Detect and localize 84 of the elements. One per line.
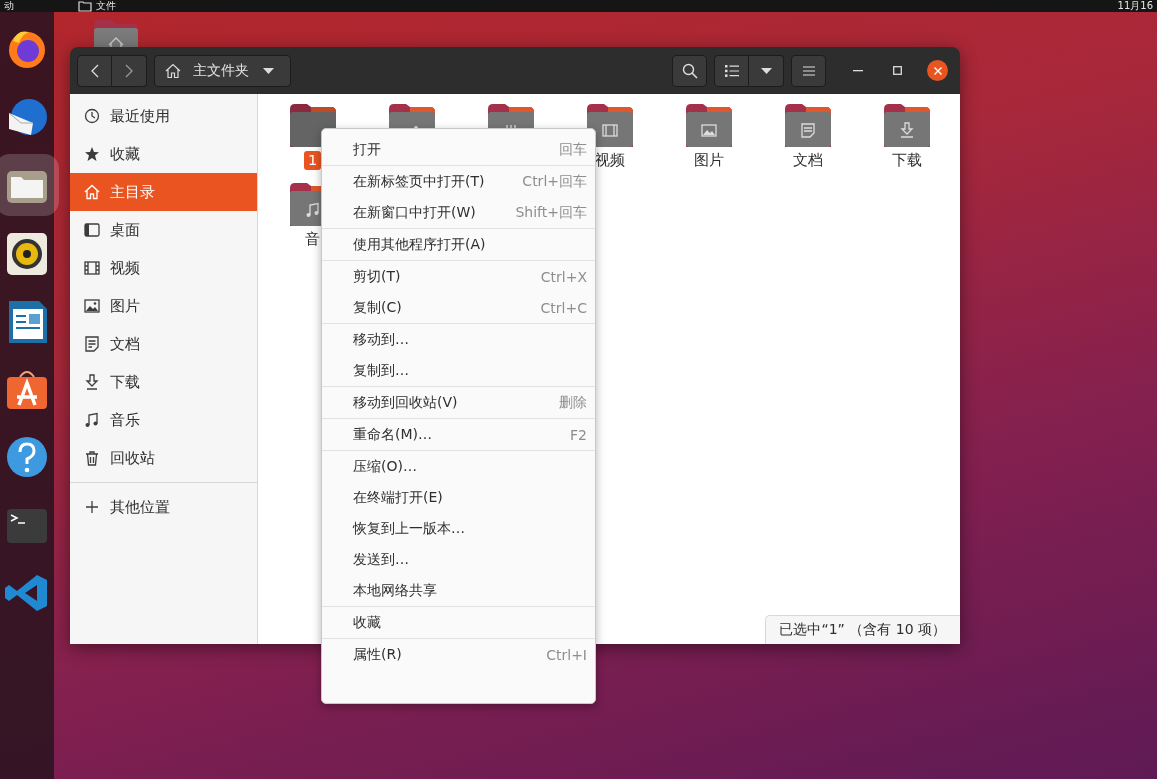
sidebar-item[interactable]: 视频 bbox=[70, 249, 257, 287]
dock-item[interactable] bbox=[4, 435, 50, 479]
speaker-icon bbox=[5, 231, 49, 275]
menu-item[interactable]: 恢复到上一版本… bbox=[322, 513, 595, 544]
menu-item[interactable]: 移动到回收站(V) 删除 bbox=[322, 387, 595, 418]
menu-icon bbox=[802, 65, 815, 76]
menu-item[interactable]: 属性(R) Ctrl+I bbox=[322, 639, 595, 670]
shortcut-label: 删除 bbox=[559, 393, 587, 412]
menu-item[interactable]: 本地网络共享 bbox=[322, 575, 595, 606]
caret-icon bbox=[760, 67, 772, 74]
minimize-icon bbox=[852, 69, 863, 72]
shortcut-label: Shift+回车 bbox=[515, 203, 587, 222]
sidebar-item[interactable]: 其他位置 bbox=[70, 488, 257, 526]
back-button[interactable] bbox=[77, 54, 112, 87]
home-icon bbox=[84, 184, 100, 200]
menu-item[interactable]: 重命名(M)… F2 bbox=[322, 419, 595, 450]
view-options-button[interactable] bbox=[749, 54, 784, 87]
menu-item[interactable]: 发送到… bbox=[322, 544, 595, 575]
shortcut-label: Ctrl+X bbox=[540, 268, 587, 285]
menu-item[interactable]: 收藏 bbox=[322, 607, 595, 638]
menu-item[interactable]: 在新标签页中打开(T) Ctrl+回车 bbox=[322, 166, 595, 197]
shortcut-label: Ctrl+I bbox=[546, 646, 587, 663]
folder-icon[interactable] bbox=[783, 103, 832, 147]
file-label[interactable]: 音 bbox=[301, 230, 324, 249]
menu-item[interactable]: 复制(C) Ctrl+C bbox=[322, 292, 595, 323]
sidebar-item[interactable]: 图片 bbox=[70, 287, 257, 325]
shortcut-label: Ctrl+回车 bbox=[522, 172, 587, 191]
dock-item[interactable] bbox=[4, 231, 50, 275]
forward-button[interactable] bbox=[112, 54, 147, 87]
clock-icon bbox=[84, 108, 100, 124]
shortcut-label: Ctrl+C bbox=[540, 299, 587, 316]
list-view-button[interactable] bbox=[714, 54, 749, 87]
desktop-icon bbox=[84, 222, 100, 238]
caret-icon bbox=[263, 67, 274, 74]
sidebar-item[interactable]: 音乐 bbox=[70, 401, 257, 439]
sidebar-item[interactable]: 最近使用 bbox=[70, 97, 257, 135]
sidebar-item[interactable]: 主目录 bbox=[70, 173, 257, 211]
sidebar-item[interactable]: 回收站 bbox=[70, 439, 257, 477]
forward-icon bbox=[125, 63, 133, 78]
folder-icon bbox=[78, 0, 92, 12]
sidebar-item[interactable]: 下载 bbox=[70, 363, 257, 401]
back-icon bbox=[90, 63, 99, 78]
folder-icon[interactable] bbox=[684, 103, 733, 147]
status-label: 已选中“1” （含有 10 项） bbox=[765, 615, 960, 644]
menu-item[interactable]: 在终端打开(E) bbox=[322, 482, 595, 513]
file-label[interactable]: 1 bbox=[303, 151, 322, 170]
clock-label: 11月16 bbox=[1117, 0, 1153, 12]
menu-item[interactable]: 打开 回车 bbox=[322, 134, 595, 165]
menu-item[interactable]: 在新窗口中打开(W) Shift+回车 bbox=[322, 197, 595, 228]
app-menu-label: 文件 bbox=[96, 0, 116, 12]
sidebar-item[interactable]: 收藏 bbox=[70, 135, 257, 173]
search-button[interactable] bbox=[672, 54, 707, 87]
file-label[interactable]: 图片 bbox=[689, 151, 728, 170]
star-icon bbox=[84, 146, 100, 162]
question-mark-icon bbox=[5, 435, 49, 479]
shortcut-label: F2 bbox=[570, 426, 587, 443]
list-icon bbox=[724, 64, 739, 77]
search-icon bbox=[681, 62, 698, 79]
menu-item[interactable]: 使用其他程序打开(A) bbox=[322, 229, 595, 260]
trash-icon bbox=[84, 450, 100, 466]
menu-item[interactable]: 复制到… bbox=[322, 355, 595, 386]
path-button[interactable]: 主文件夹 bbox=[154, 54, 291, 87]
folder-icon[interactable] bbox=[882, 103, 931, 147]
file-label[interactable]: 下载 bbox=[887, 151, 926, 170]
sidebar-item[interactable]: 桌面 bbox=[70, 211, 257, 249]
menu-item[interactable]: 移动到… bbox=[322, 324, 595, 355]
plus-icon bbox=[84, 499, 100, 515]
document-icon bbox=[84, 336, 100, 352]
shortcut-label: 回车 bbox=[559, 140, 587, 159]
close-icon bbox=[933, 66, 942, 75]
menu-item[interactable]: 压缩(O)… bbox=[322, 451, 595, 482]
picture-icon bbox=[84, 298, 100, 314]
file-label[interactable]: 文档 bbox=[788, 151, 827, 170]
close-button[interactable] bbox=[927, 60, 948, 81]
menu-item[interactable]: 剪切(T) Ctrl+X bbox=[322, 261, 595, 292]
home-icon bbox=[165, 62, 181, 79]
activities-label: 动 bbox=[4, 0, 14, 12]
folder-icon[interactable] bbox=[585, 103, 634, 147]
maximize-icon bbox=[893, 66, 902, 75]
download-icon bbox=[84, 374, 100, 390]
menu-button[interactable] bbox=[791, 54, 826, 87]
sidebar-item[interactable]: 文档 bbox=[70, 325, 257, 363]
music-note-icon bbox=[84, 412, 100, 428]
film-icon bbox=[84, 260, 100, 276]
